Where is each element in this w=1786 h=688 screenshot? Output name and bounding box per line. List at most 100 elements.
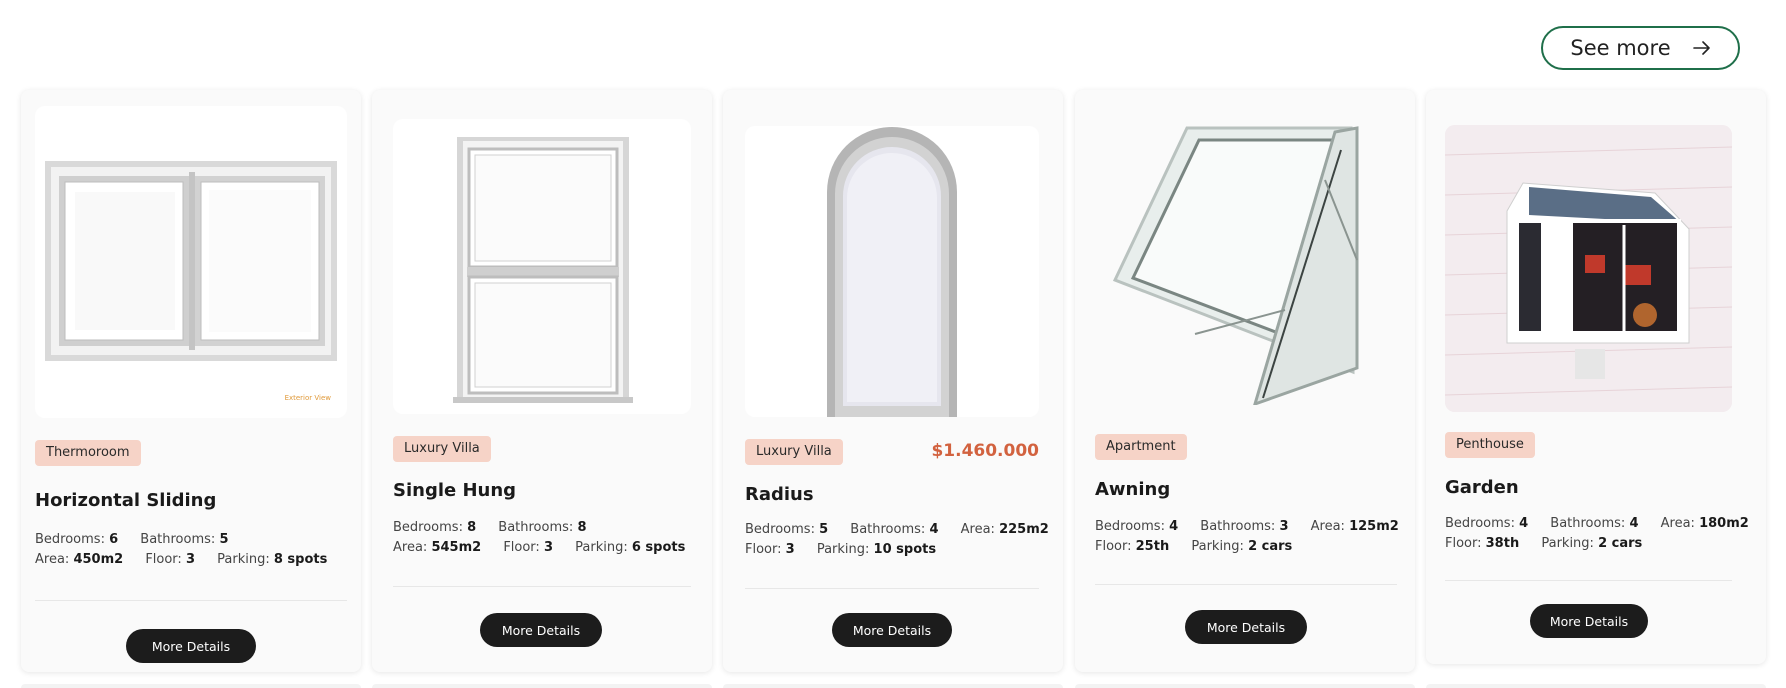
property-type-tag: Apartment — [1095, 434, 1187, 460]
floor-value: 38th — [1485, 536, 1520, 551]
area-value: 545m2 — [431, 540, 482, 555]
parking-value: 8 spots — [273, 552, 328, 567]
card-divider — [393, 586, 691, 587]
floor-label: Floor: — [1095, 539, 1132, 554]
property-card[interactable]: Luxury Villa Single Hung Bedrooms: 8 Bat… — [372, 90, 712, 672]
property-price: $1.460.000 — [931, 441, 1039, 461]
listing-section: See more Exterior View Thermoroom Horizo… — [0, 0, 1786, 688]
bedrooms-label: Bedrooms: — [393, 520, 463, 535]
area-label: Area: — [1310, 519, 1345, 534]
bathrooms-label: Bathrooms: — [498, 520, 574, 535]
parking-value: 10 spots — [873, 542, 937, 557]
parking-label: Parking: — [816, 542, 870, 557]
card-divider — [1445, 580, 1732, 581]
property-specs: Bedrooms: 4 Bathrooms: 3 Area: 125m2 Flo… — [1095, 517, 1417, 557]
floor-value: 3 — [785, 542, 795, 557]
property-specs: Bedrooms: 8 Bathrooms: 8 Area: 545m2 Flo… — [393, 518, 703, 558]
bathrooms-value: 4 — [929, 522, 939, 537]
horizontal-sliding-window-image — [45, 161, 337, 361]
floor-label: Floor: — [1445, 536, 1482, 551]
bedrooms-label: Bedrooms: — [1445, 516, 1515, 531]
property-specs: Bedrooms: 4 Bathrooms: 4 Area: 180m2 Flo… — [1445, 514, 1767, 554]
bedrooms-value: 4 — [1169, 519, 1179, 534]
bathrooms-value: 3 — [1279, 519, 1289, 534]
floor-value: 3 — [543, 540, 553, 555]
bedrooms-label: Bedrooms: — [745, 522, 815, 537]
bedrooms-value: 6 — [109, 532, 119, 547]
more-details-button[interactable]: More Details — [1185, 610, 1307, 644]
radius-window-image — [827, 127, 957, 417]
arrow-right-icon — [1692, 41, 1710, 55]
parking-value: 2 cars — [1598, 536, 1643, 551]
bedrooms-label: Bedrooms: — [35, 532, 105, 547]
next-row-card — [1426, 684, 1766, 688]
next-row-card — [372, 684, 712, 688]
bedrooms-label: Bedrooms: — [1095, 519, 1165, 534]
bathrooms-value: 4 — [1629, 516, 1639, 531]
property-type-tag: Luxury Villa — [393, 436, 491, 462]
card-divider — [1095, 584, 1397, 585]
property-card[interactable]: Exterior View Thermoroom Horizontal Slid… — [21, 90, 361, 672]
card-divider — [745, 588, 1039, 589]
next-row-card — [21, 684, 361, 688]
bedrooms-value: 5 — [819, 522, 829, 537]
garden-window-image — [1445, 125, 1732, 412]
area-value: 450m2 — [73, 552, 124, 567]
property-photo — [393, 119, 691, 414]
more-details-button[interactable]: More Details — [832, 613, 952, 647]
bedrooms-value: 4 — [1519, 516, 1529, 531]
floor-value: 3 — [185, 552, 195, 567]
property-card[interactable]: Penthouse Garden Bedrooms: 4 Bathrooms: … — [1426, 90, 1766, 664]
card-divider — [35, 600, 347, 601]
property-card[interactable]: Luxury Villa $1.460.000 Radius Bedrooms:… — [723, 90, 1063, 672]
area-label: Area: — [393, 540, 428, 555]
bathrooms-label: Bathrooms: — [850, 522, 926, 537]
more-details-button[interactable]: More Details — [126, 629, 256, 663]
parking-value: 2 cars — [1248, 539, 1293, 554]
see-more-button[interactable]: See more — [1541, 26, 1740, 70]
area-value: 125m2 — [1349, 519, 1399, 534]
property-type-tag: Thermoroom — [35, 440, 141, 466]
bedrooms-value: 8 — [467, 520, 477, 535]
property-title: Awning — [1095, 479, 1171, 500]
property-title: Radius — [745, 484, 814, 505]
area-label: Area: — [960, 522, 995, 537]
floor-label: Floor: — [745, 542, 782, 557]
next-row-card — [723, 684, 1063, 688]
property-specs: Bedrooms: 6 Bathrooms: 5 Area: 450m2 Flo… — [35, 530, 345, 570]
more-details-button[interactable]: More Details — [1530, 604, 1648, 638]
single-hung-window-image — [453, 137, 633, 403]
property-type-tag: Luxury Villa — [745, 439, 843, 465]
parking-label: Parking: — [1541, 536, 1594, 551]
bathrooms-value: 5 — [219, 532, 229, 547]
bathrooms-value: 8 — [577, 520, 587, 535]
area-value: 225m2 — [999, 522, 1049, 537]
floor-label: Floor: — [145, 552, 182, 567]
parking-label: Parking: — [217, 552, 270, 567]
more-details-button[interactable]: More Details — [480, 613, 602, 647]
property-title: Garden — [1445, 477, 1519, 498]
photo-caption: Exterior View — [284, 394, 331, 402]
area-value: 180m2 — [1699, 516, 1749, 531]
next-row-card — [1075, 684, 1415, 688]
parking-label: Parking: — [1191, 539, 1244, 554]
property-type-tag: Penthouse — [1445, 432, 1535, 458]
bathrooms-label: Bathrooms: — [1200, 519, 1276, 534]
property-photo — [1445, 125, 1732, 412]
parking-value: 6 spots — [631, 540, 686, 555]
floor-value: 25th — [1135, 539, 1170, 554]
area-label: Area: — [1660, 516, 1695, 531]
property-card[interactable]: Apartment Awning Bedrooms: 4 Bathrooms: … — [1075, 90, 1415, 672]
property-title: Horizontal Sliding — [35, 490, 217, 511]
floor-label: Floor: — [503, 540, 540, 555]
parking-label: Parking: — [575, 540, 628, 555]
property-title: Single Hung — [393, 480, 517, 501]
property-photo: Exterior View — [35, 106, 347, 418]
property-photo — [1095, 110, 1397, 405]
bathrooms-label: Bathrooms: — [140, 532, 216, 547]
area-label: Area: — [35, 552, 70, 567]
property-photo — [745, 126, 1039, 417]
property-specs: Bedrooms: 5 Bathrooms: 4 Area: 225m2 Flo… — [745, 520, 1067, 560]
awning-window-image — [1112, 126, 1359, 405]
bathrooms-label: Bathrooms: — [1550, 516, 1626, 531]
